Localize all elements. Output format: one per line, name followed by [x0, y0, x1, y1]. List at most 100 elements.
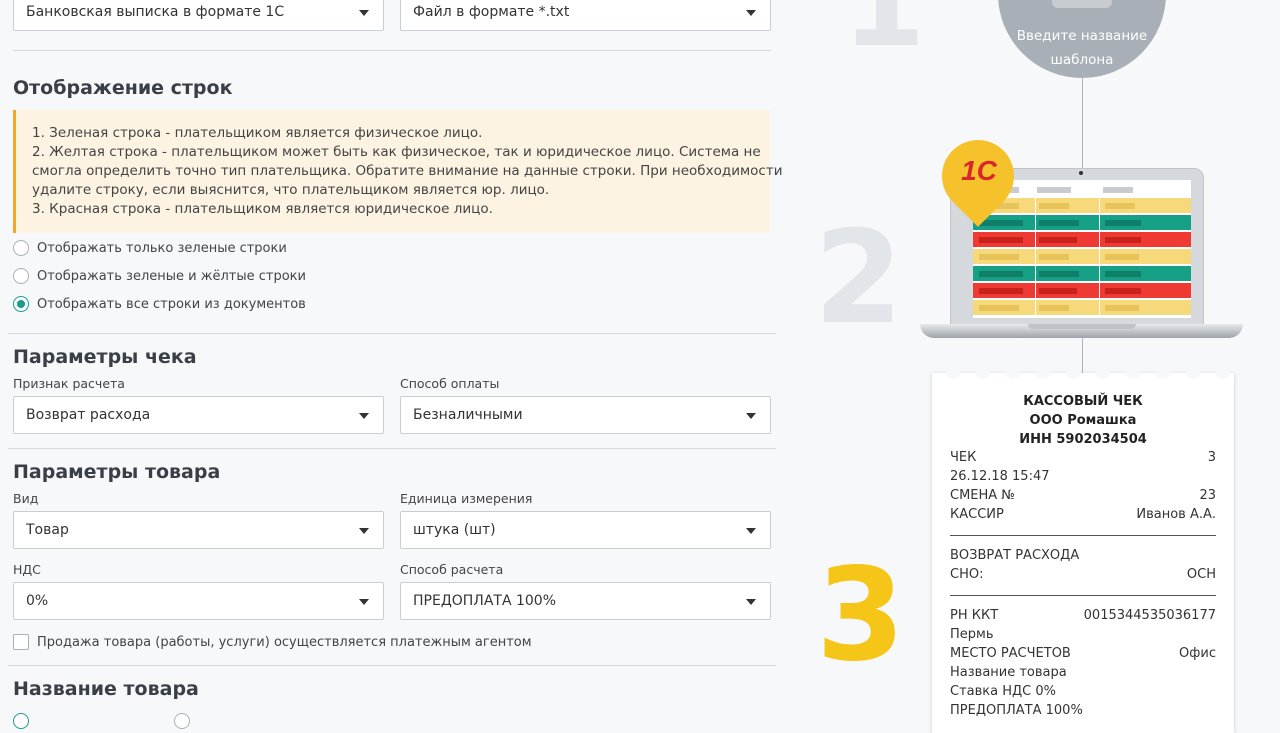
kind-value: Товар — [26, 522, 69, 538]
receipt-key: КАССИР — [950, 507, 1004, 522]
divider — [8, 333, 776, 334]
payment-agent-label: Продажа товара (работы, услуги) осуществ… — [37, 634, 532, 650]
file-format-select[interactable]: Файл в формате *.txt — [400, 0, 771, 31]
receipt-key: Название товара — [950, 665, 1067, 680]
receipt-key: ВОЗВРАТ РАСХОДА — [950, 548, 1080, 563]
receipt-key: СНО: — [950, 567, 984, 582]
receipt-key: Ставка НДС 0% — [950, 684, 1056, 699]
receipt-params-title: Параметры чека — [13, 346, 197, 368]
chevron-down-icon — [359, 413, 369, 419]
receipt-line: ВОЗВРАТ РАСХОДА — [950, 546, 1216, 565]
receipt-line: РН ККТ 0015344535036177 — [950, 606, 1216, 625]
vat-label: НДС — [13, 562, 41, 577]
display-row-yellow — [973, 300, 1191, 315]
display-row-green — [973, 266, 1191, 281]
receipt-value: 23 — [1199, 488, 1216, 503]
template-field-shape — [1052, 0, 1112, 8]
calc-method-label: Способ расчета — [400, 562, 504, 577]
unit-label: Единица измерения — [400, 491, 533, 506]
receipt-key: Пермь — [950, 627, 994, 642]
file-format-value: Файл в формате *.txt — [413, 4, 570, 20]
receipt-line: МЕСТО РАСЧЕТОВ Офис — [950, 644, 1216, 663]
receipt-line: СМЕНА № 23 — [950, 486, 1216, 505]
chevron-down-icon — [359, 10, 369, 16]
receipt-line: СНО: ОСН — [950, 565, 1216, 584]
receipt-key: СМЕНА № — [950, 488, 1015, 503]
receipt-inn: ИНН 5902034504 — [1019, 432, 1147, 447]
divider — [13, 50, 771, 51]
display-row-yellow — [973, 198, 1191, 213]
calc-sign-label: Признак расчета — [13, 376, 125, 391]
calc-sign-select[interactable]: Возврат расхода — [13, 396, 384, 434]
receipt-separator — [950, 535, 1216, 536]
radio-all-rows[interactable]: Отображать все строки из документов — [13, 294, 306, 314]
receipt-value: 0015344535036177 — [1083, 608, 1216, 623]
chevron-down-icon — [359, 528, 369, 534]
receipt-key: ЧЕК — [950, 450, 977, 465]
goods-params-title: Параметры товара — [13, 461, 221, 483]
radio-green-only[interactable]: Отображать только зеленые строки — [13, 238, 287, 258]
rows-notice: 1. Зеленая строка - плательщиком являетс… — [13, 110, 782, 233]
display-row-yellow — [973, 249, 1191, 264]
calc-method-select[interactable]: ПРЕДОПЛАТА 100% — [400, 582, 771, 620]
1c-logo: 1С — [961, 155, 997, 186]
receipt-org: ООО Ромашка — [1029, 413, 1137, 428]
divider — [8, 448, 776, 449]
receipt-key: ПРЕДОПЛАТА 100% — [950, 703, 1083, 718]
divider — [8, 665, 776, 666]
calc-sign-value: Возврат расхода — [26, 407, 151, 423]
receipt-title: КАССОВЫЙ ЧЕК — [1023, 394, 1143, 409]
column-divider — [1035, 180, 1036, 318]
payment-method-select[interactable]: Безналичными — [400, 396, 771, 434]
display-row-green — [973, 215, 1191, 230]
radio-label: Отображать зеленые и жёлтые строки — [37, 268, 306, 284]
radio-button[interactable] — [13, 268, 29, 284]
receipt-line: Пермь — [950, 625, 1216, 644]
receipt-key: МЕСТО РАСЧЕТОВ — [950, 646, 1071, 661]
payment-agent-checkbox-row[interactable]: Продажа товара (работы, услуги) осуществ… — [13, 634, 532, 650]
step-number-1: 1 — [842, 0, 926, 74]
settings-form: Банковская выписка в формате 1С Файл в ф… — [0, 0, 790, 729]
chevron-down-icon — [746, 599, 756, 605]
notice-line: 2. Желтая строка - плательщиком может бы… — [32, 144, 761, 160]
receipt-separator — [950, 595, 1216, 596]
kind-label: Вид — [13, 491, 39, 506]
radio-label: Отображать только зеленые строки — [37, 240, 287, 256]
notice-line: 1. Зеленая строка - плательщиком являетс… — [32, 125, 483, 141]
unit-value: штука (шт) — [413, 522, 496, 538]
payment-method-value: Безналичными — [413, 407, 523, 423]
statement-format-select[interactable]: Банковская выписка в формате 1С — [13, 0, 384, 31]
template-circle-text: Введите название шаблона — [1000, 24, 1164, 72]
radio-button-checked[interactable] — [13, 713, 29, 729]
vat-select[interactable]: 0% — [13, 582, 384, 620]
connector-line — [1082, 338, 1083, 374]
display-row-red — [973, 283, 1191, 298]
receipt-line: 26.12.18 15:47 — [950, 467, 1216, 486]
receipt-key: 26.12.18 15:47 — [950, 469, 1050, 484]
step-number-2: 2 — [814, 204, 904, 353]
laptop-notch — [1028, 324, 1136, 329]
receipt-header: КАССОВЫЙ ЧЕК ООО Ромашка ИНН 5902034504 — [932, 392, 1234, 449]
column-divider — [1099, 180, 1100, 318]
laptop-camera — [1079, 171, 1083, 175]
payment-agent-checkbox[interactable] — [13, 634, 29, 650]
radio-button-checked[interactable] — [13, 296, 29, 312]
unit-select[interactable]: штука (шт) — [400, 511, 771, 549]
connector-line — [1082, 72, 1083, 168]
chevron-down-icon — [746, 413, 756, 419]
chevron-down-icon — [359, 599, 369, 605]
receipt-value: Офис — [1179, 646, 1216, 661]
illustration-panel: 1 Введите название шаблона 2 1С 3 КАССОВ… — [790, 0, 1280, 733]
statement-format-value: Банковская выписка в формате 1С — [26, 4, 285, 20]
radio-label: Отображать все строки из документов — [37, 296, 306, 312]
receipt-value: Иванов А.А. — [1136, 507, 1216, 522]
radio-button[interactable] — [13, 240, 29, 256]
radio-green-yellow[interactable]: Отображать зеленые и жёлтые строки — [13, 266, 306, 286]
receipt-line: ПРЕДОПЛАТА 100% — [950, 701, 1216, 720]
chevron-down-icon — [746, 528, 756, 534]
goods-name-title: Название товара — [13, 678, 199, 700]
kind-select[interactable]: Товар — [13, 511, 384, 549]
radio-button[interactable] — [174, 713, 190, 729]
calc-method-value: ПРЕДОПЛАТА 100% — [413, 593, 557, 609]
receipt-value: 3 — [1207, 450, 1216, 465]
